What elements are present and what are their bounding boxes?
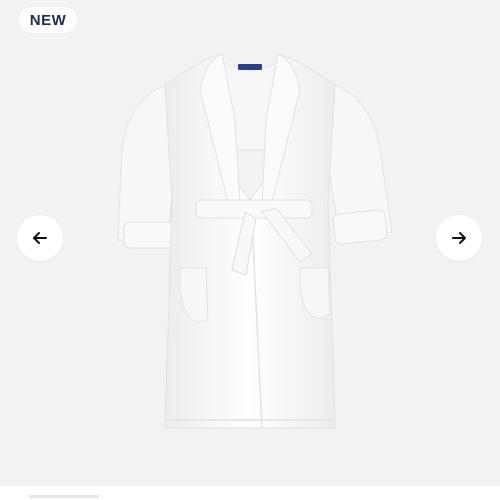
thumbnail-indicator[interactable] xyxy=(29,495,99,498)
previous-image-button[interactable] xyxy=(17,215,63,261)
new-badge: NEW xyxy=(19,7,77,33)
bathrobe-product-image xyxy=(117,53,393,429)
next-image-button[interactable] xyxy=(436,215,482,261)
arrow-left-icon xyxy=(33,232,47,244)
product-gallery: NEW xyxy=(0,0,500,486)
arrow-right-icon xyxy=(452,232,466,244)
